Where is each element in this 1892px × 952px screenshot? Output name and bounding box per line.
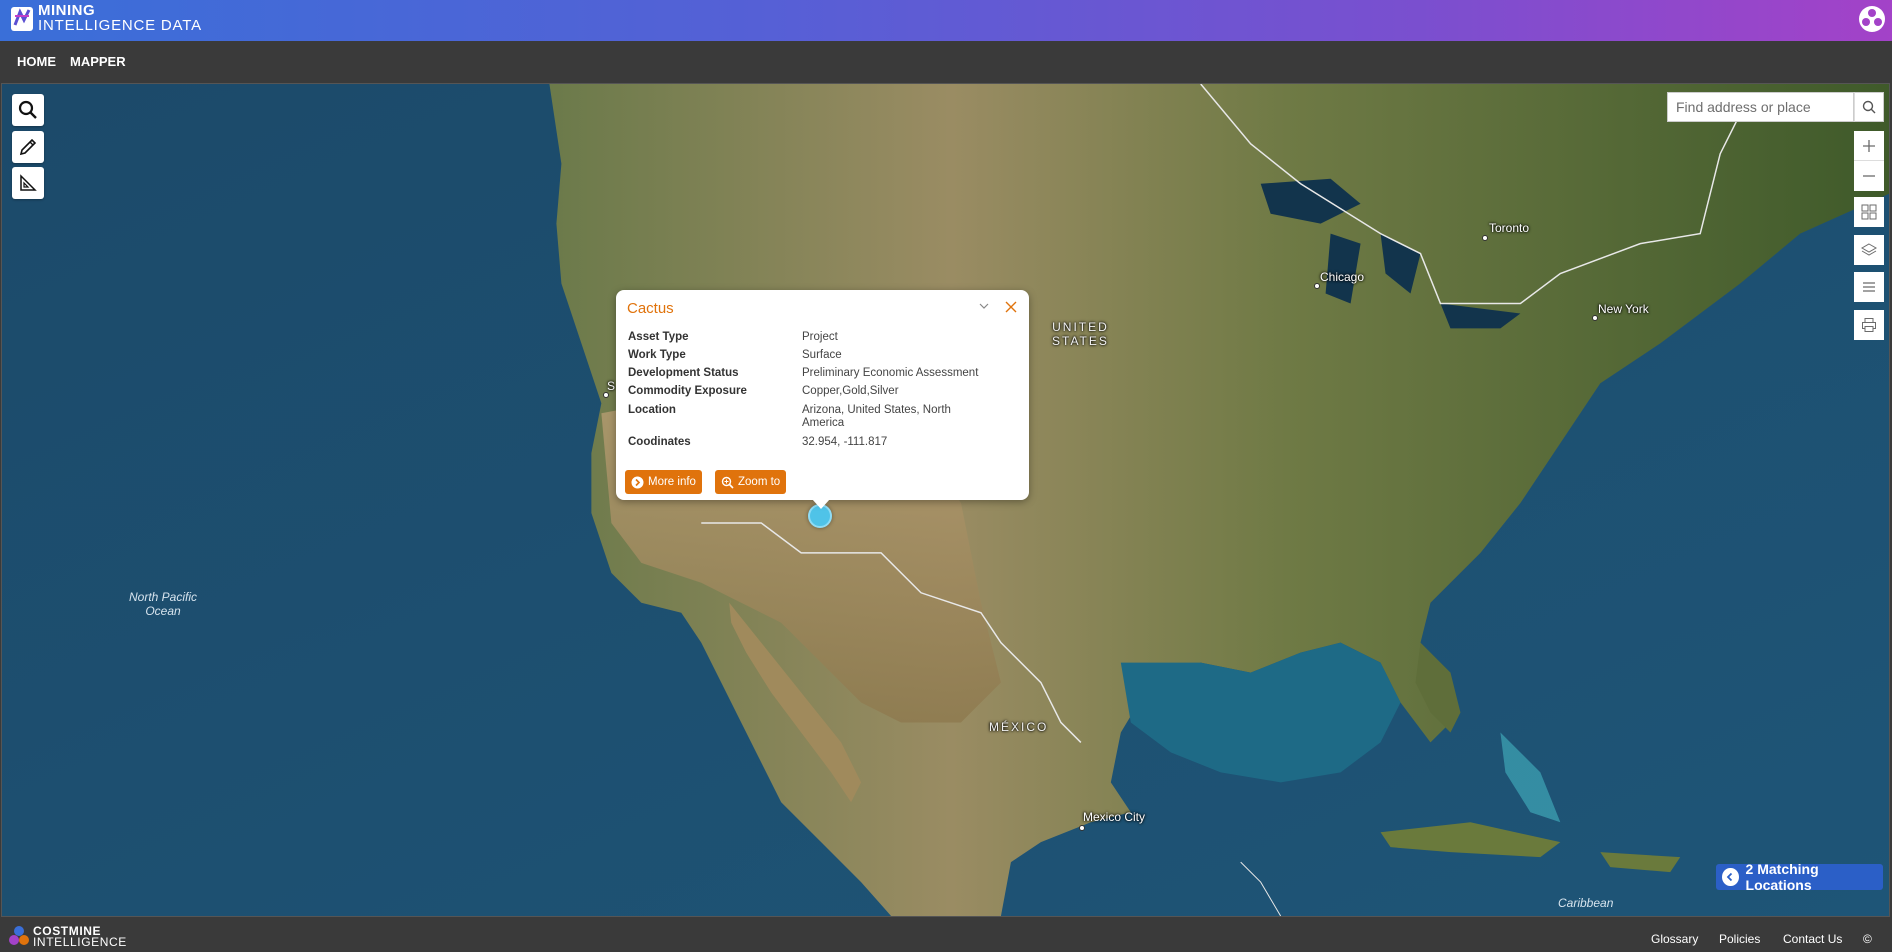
footer-copyright[interactable]: © <box>1863 932 1872 946</box>
pencil-icon <box>19 138 37 156</box>
footer-link-contact-us[interactable]: Contact Us <box>1783 932 1842 946</box>
zoom-out-icon <box>1863 175 1875 177</box>
costmine-logo-icon[interactable] <box>8 925 30 947</box>
chevron-left-icon <box>1722 868 1739 886</box>
chevron-down-icon <box>979 303 989 309</box>
label-united-states: UNITED STATES <box>1052 320 1109 348</box>
zoom-out-button[interactable] <box>1854 161 1884 191</box>
label-mexico-city: Mexico City <box>1083 810 1146 824</box>
map-view[interactable]: UNITED STATES MÉXICO North Pacific Ocean C… <box>1 83 1890 917</box>
zoom-in-icon <box>1863 139 1875 152</box>
matching-locations-label: 2 Matching Locations <box>1745 861 1819 893</box>
field-value: Surface <box>802 349 842 361</box>
label-toronto: Toronto <box>1489 221 1530 235</box>
label-san-francisco-partial: S <box>607 379 616 393</box>
user-menu-icon[interactable] <box>1858 5 1886 33</box>
zoom-to-icon <box>721 476 734 489</box>
layers-button[interactable] <box>1854 235 1884 265</box>
ruler-icon <box>20 174 37 191</box>
search-submit-button[interactable] <box>1854 92 1884 122</box>
nav-mapper[interactable]: MAPPER <box>70 54 126 69</box>
more-info-label: More info <box>648 476 696 488</box>
city-dot-toronto <box>1482 235 1488 241</box>
measure-tool-button[interactable] <box>12 167 44 199</box>
field-label: Location <box>628 404 676 416</box>
popup-close-button[interactable] <box>1003 299 1019 315</box>
footer-link-policies[interactable]: Policies <box>1719 932 1760 946</box>
label-caribbean: Caribbean <box>1558 896 1614 910</box>
label-new-york: New York <box>1598 302 1649 316</box>
brand-line1: MINING <box>38 2 96 19</box>
footer-brand-line2: INTELLIGENCE <box>33 935 127 949</box>
more-info-button[interactable]: More info <box>625 470 702 494</box>
field-label: Asset Type <box>628 331 689 343</box>
search-tool-button[interactable] <box>12 94 44 126</box>
app-footer: COSTMINE INTELLIGENCE Glossary Policies … <box>0 918 1892 952</box>
label-north-pacific: North Pacific Ocean <box>129 590 198 618</box>
print-icon <box>1862 318 1876 332</box>
legend-button[interactable] <box>1854 272 1884 302</box>
feature-popup: Cactus Asset Type Project Work Type Surf… <box>616 290 1029 500</box>
search-icon <box>18 100 37 119</box>
city-dot-mexico-city <box>1079 825 1085 831</box>
zoom-to-button[interactable]: Zoom to <box>715 470 787 494</box>
app-header: MINING INTELLIGENCE DATA <box>0 0 1892 41</box>
mining-logo-icon[interactable] <box>10 6 34 32</box>
label-mexico: MÉXICO <box>989 720 1049 734</box>
field-label: Work Type <box>628 349 686 361</box>
field-value: Copper,Gold,Silver <box>802 385 899 397</box>
footer-link-glossary[interactable]: Glossary <box>1651 932 1698 946</box>
search-input[interactable] <box>1667 92 1854 122</box>
main-nav: HOME MAPPER <box>0 41 1892 82</box>
zoom-in-button[interactable] <box>1854 131 1884 161</box>
legend-list-icon <box>1863 282 1875 292</box>
nav-home[interactable]: HOME <box>17 54 56 69</box>
search-icon <box>1862 100 1876 114</box>
field-value: Preliminary Economic Assessment <box>802 367 979 379</box>
layers-icon <box>1861 243 1877 256</box>
popup-title: Cactus <box>627 300 674 317</box>
basemap-gallery-icon <box>1861 204 1877 220</box>
brand-name[interactable]: MINING INTELLIGENCE DATA <box>38 3 202 33</box>
chevron-right-circle-icon <box>631 476 644 488</box>
brand-line2: INTELLIGENCE DATA <box>38 17 202 34</box>
zoom-to-label: Zoom to <box>738 476 781 488</box>
field-value: 32.954, -111.817 <box>802 436 888 448</box>
print-button[interactable] <box>1854 310 1884 340</box>
matching-locations-button[interactable]: 2 Matching Locations <box>1716 861 1883 893</box>
field-label: Coodinates <box>628 436 691 448</box>
footer-brand[interactable]: COSTMINE INTELLIGENCE <box>33 925 127 949</box>
field-label: Development Status <box>628 367 739 379</box>
field-value: Project <box>802 331 838 343</box>
basemap-gallery-button[interactable] <box>1854 197 1884 227</box>
close-icon <box>1005 301 1017 313</box>
satellite-basemap <box>2 84 1889 916</box>
field-label: Commodity Exposure <box>628 385 747 397</box>
label-chicago: Chicago <box>1320 270 1365 284</box>
popup-collapse-button[interactable] <box>976 298 992 314</box>
popup-pointer <box>812 499 830 509</box>
field-value: Arizona, United States, North America <box>802 404 951 429</box>
draw-tool-button[interactable] <box>12 131 44 163</box>
